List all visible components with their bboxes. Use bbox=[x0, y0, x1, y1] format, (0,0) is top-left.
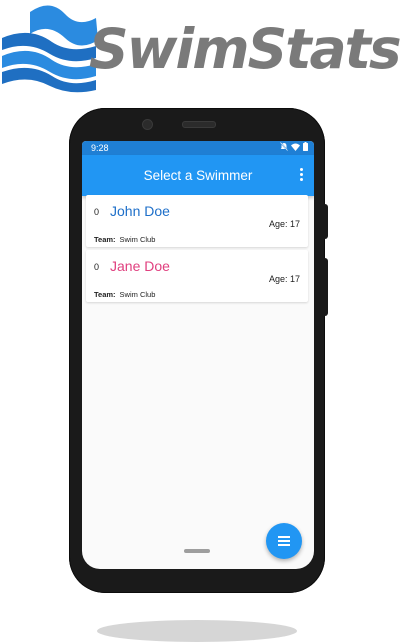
swimmer-name: Jane Doe bbox=[110, 258, 170, 274]
notifications-off-icon bbox=[279, 142, 289, 153]
status-time: 9:28 bbox=[91, 143, 109, 153]
team-value: Swim Club bbox=[119, 290, 156, 299]
wave-logo-icon bbox=[2, 5, 98, 93]
team-value: Swim Club bbox=[119, 235, 156, 244]
swimstats-logo: SwimStats bbox=[0, 0, 400, 95]
logo-text: SwimStats bbox=[89, 17, 400, 81]
wifi-icon bbox=[291, 143, 300, 153]
volume-button bbox=[323, 204, 328, 239]
battery-icon bbox=[303, 142, 308, 153]
list-icon bbox=[278, 536, 290, 546]
swimmer-name: John Doe bbox=[110, 203, 170, 219]
home-indicator[interactable] bbox=[184, 549, 210, 553]
status-icons bbox=[279, 142, 308, 153]
swimmer-list: 0 John Doe Age: 17 Team: Swim Club 0 Jane… bbox=[86, 195, 308, 305]
swimmer-team: Team: Swim Club bbox=[94, 290, 155, 299]
phone-screen: 9:28 Select a Swimmer 0 John Doe Age: 17… bbox=[82, 141, 314, 569]
speaker bbox=[182, 121, 216, 128]
swimmer-team: Team: Swim Club bbox=[94, 235, 155, 244]
team-label: Team: bbox=[94, 235, 116, 244]
camera bbox=[142, 119, 153, 130]
swimmer-age: Age: 17 bbox=[268, 219, 300, 229]
list-fab-button[interactable] bbox=[266, 523, 302, 559]
status-bar: 9:28 bbox=[82, 141, 314, 155]
swimmer-age: Age: 17 bbox=[268, 274, 300, 284]
swimmer-card-john[interactable]: 0 John Doe Age: 17 Team: Swim Club bbox=[86, 195, 308, 247]
swimmer-card-jane[interactable]: 0 Jane Doe Age: 17 Team: Swim Club bbox=[86, 250, 308, 302]
app-bar: Select a Swimmer bbox=[82, 155, 314, 196]
more-vert-icon[interactable] bbox=[300, 168, 304, 182]
swimmer-count: 0 bbox=[94, 207, 100, 217]
swimmer-count: 0 bbox=[94, 262, 100, 272]
team-label: Team: bbox=[94, 290, 116, 299]
power-button bbox=[323, 258, 328, 316]
phone-shadow bbox=[97, 620, 297, 642]
page-title: Select a Swimmer bbox=[143, 168, 253, 183]
